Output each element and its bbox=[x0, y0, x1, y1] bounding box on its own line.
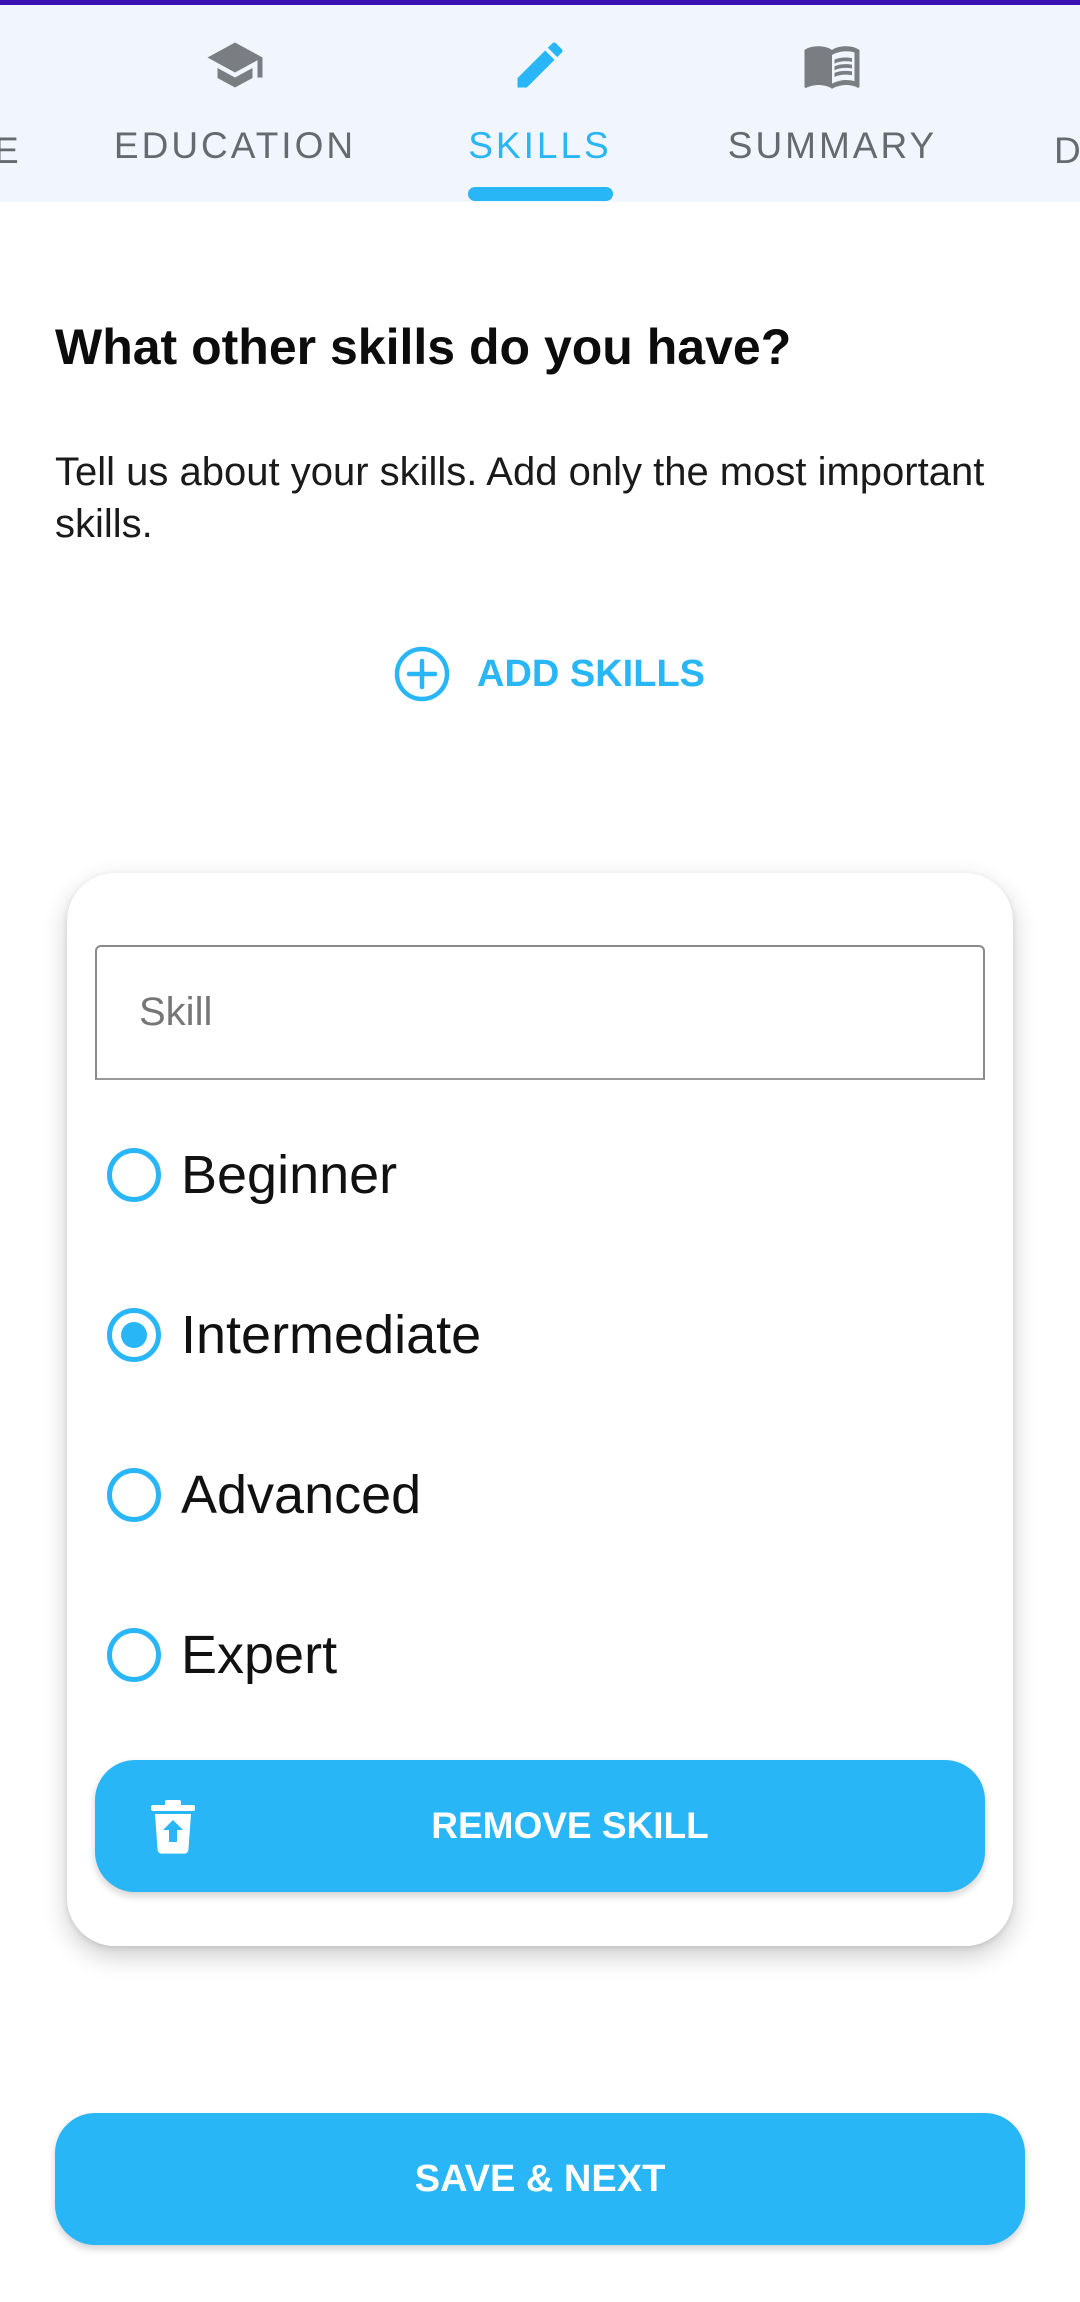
level-option-advanced[interactable]: Advanced bbox=[107, 1455, 421, 1535]
step-tab-bar: E EDUCATION SKILLS SUMMARY D bbox=[0, 5, 1080, 202]
tab-education[interactable]: EDUCATION bbox=[113, 5, 357, 202]
tab-label: SKILLS bbox=[468, 125, 612, 166]
skill-input[interactable] bbox=[95, 945, 985, 1080]
add-circle-icon bbox=[394, 646, 450, 702]
level-label: Expert bbox=[181, 1625, 338, 1685]
pencil-icon bbox=[517, 42, 563, 88]
graduation-cap-icon bbox=[207, 42, 263, 88]
radio-button[interactable] bbox=[107, 1628, 161, 1682]
radio-button[interactable] bbox=[107, 1468, 161, 1522]
level-option-beginner[interactable]: Beginner bbox=[107, 1135, 397, 1215]
level-label: Advanced bbox=[181, 1465, 422, 1525]
radio-button-selected[interactable] bbox=[107, 1308, 161, 1362]
page-title: What other skills do you have? bbox=[55, 319, 792, 375]
page-description: Tell us about your skills. Add only the … bbox=[55, 450, 985, 546]
active-tab-indicator bbox=[468, 187, 613, 201]
radio-button[interactable] bbox=[107, 1148, 161, 1202]
remove-skill-label: REMOVE SKILL bbox=[431, 1805, 709, 1846]
level-label: Intermediate bbox=[181, 1305, 482, 1365]
add-skills-label: ADD SKILLS bbox=[477, 652, 705, 695]
book-icon bbox=[804, 46, 860, 89]
level-option-intermediate[interactable]: Intermediate bbox=[107, 1295, 481, 1375]
tab-label: EDUCATION bbox=[113, 125, 357, 166]
level-option-expert[interactable]: Expert bbox=[107, 1615, 337, 1695]
tab-partial-left[interactable]: E bbox=[0, 130, 19, 172]
save-and-next-button[interactable]: SAVE & NEXT bbox=[55, 2113, 1025, 2245]
level-label: Beginner bbox=[181, 1145, 398, 1205]
tab-summary[interactable]: SUMMARY bbox=[720, 5, 945, 202]
tab-label: SUMMARY bbox=[727, 125, 938, 166]
add-skills-button[interactable]: ADD SKILLS bbox=[393, 642, 705, 706]
skill-card: Beginner Intermediate Advanced Expert RE… bbox=[67, 873, 1013, 1946]
remove-skill-button[interactable]: REMOVE SKILL bbox=[95, 1760, 985, 1892]
tab-partial-right[interactable]: D bbox=[1054, 130, 1080, 172]
tab-skills[interactable]: SKILLS bbox=[455, 5, 625, 202]
